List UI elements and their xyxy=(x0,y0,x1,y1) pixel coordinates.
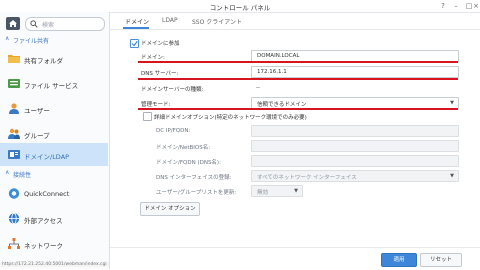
highlight-underline xyxy=(138,61,458,63)
update-list-select[interactable]: 無効 ▼ xyxy=(251,185,303,197)
tab-sso-client[interactable]: SSO クライアント xyxy=(192,17,242,26)
tab-domain[interactable]: ドメイン xyxy=(125,17,149,26)
dc-ip-label: DC IP/FQDN: xyxy=(156,128,191,134)
section-label: ファイル共有 xyxy=(13,38,50,45)
sidebar-item-label: QuickConnect xyxy=(24,190,70,198)
dns-server-value: 172.16.1.1 xyxy=(257,69,287,75)
sidebar-top: 検索 xyxy=(0,12,109,34)
sidebar: 検索 ∧ ファイル共有 共有フォルダ ファイル サービス ユーザー グループ ド… xyxy=(0,12,110,269)
home-icon xyxy=(9,20,17,27)
checkmark-icon xyxy=(131,40,138,47)
status-url: https://172.21.252.40:5001/webman/index.… xyxy=(0,262,109,267)
sidebar-item-label: 外部アクセス xyxy=(24,217,63,225)
domain-value: DOMAIN.LOCAL xyxy=(257,53,300,59)
sidebar-item-network[interactable]: ネットワーク xyxy=(0,232,108,256)
active-tab-indicator xyxy=(123,27,149,29)
search-icon xyxy=(30,20,38,28)
quickconnect-icon xyxy=(8,188,20,199)
close-icon[interactable]: × xyxy=(471,1,480,11)
dns-interface-select[interactable]: すべてのネットワーク インターフェイス ▼ xyxy=(251,170,459,182)
dns-server-field[interactable]: 172.16.1.1 xyxy=(251,66,459,78)
window-title: コントロール パネル xyxy=(209,4,271,12)
fqdn-label: ドメイン/FQDN (DNS名): xyxy=(156,160,221,166)
network-icon xyxy=(8,238,20,249)
sidebar-item-label: グループ xyxy=(24,132,50,140)
footer-bar: 適用 リセット xyxy=(110,247,480,270)
dc-ip-field[interactable] xyxy=(251,125,459,137)
highlight-underline xyxy=(138,108,458,110)
dropdown-arrow-icon: ▼ xyxy=(294,188,298,194)
management-mode-value: 信頼できるドメイン xyxy=(257,102,307,108)
sidebar-item-label: ネットワーク xyxy=(24,242,63,250)
sidebar-item-external-access[interactable]: 外部アクセス xyxy=(0,207,108,231)
netbios-label: ドメイン/NetBIOS名: xyxy=(156,145,211,151)
search-input[interactable]: 検索 xyxy=(25,17,105,31)
domain-settings-form: ドメインに参加 ドメイン: DOMAIN.LOCAL DNS サーバー: 172… xyxy=(110,30,480,269)
netbios-field[interactable] xyxy=(251,140,459,152)
folder-icon xyxy=(8,55,20,63)
search-placeholder: 検索 xyxy=(42,22,55,29)
section-connectivity[interactable]: ∧ 接続性 xyxy=(0,168,109,180)
dropdown-arrow-icon: ▼ xyxy=(450,173,454,179)
tab-ldap[interactable]: LDAP xyxy=(162,17,178,24)
update-list-value: 無効 xyxy=(257,190,269,196)
sidebar-item-user[interactable]: ユーザー xyxy=(0,97,108,121)
section-label: 接続性 xyxy=(13,172,32,179)
domain-options-button[interactable]: ドメイン オプション xyxy=(140,202,200,216)
help-icon[interactable]: ? xyxy=(438,1,448,11)
domain-label: ドメイン: xyxy=(141,55,165,61)
reset-button[interactable]: リセット xyxy=(420,253,462,267)
join-domain-checkbox[interactable] xyxy=(130,39,139,48)
dropdown-arrow-icon: ▼ xyxy=(450,100,454,106)
join-domain-label: ドメインに参加 xyxy=(141,41,180,47)
home-button[interactable] xyxy=(6,17,20,30)
chevron-up-icon: ∧ xyxy=(5,169,10,176)
sidebar-item-quickconnect[interactable]: QuickConnect xyxy=(0,182,108,206)
advanced-options-checkbox[interactable] xyxy=(143,112,152,121)
server-type-label: ドメインサーバーの種類: xyxy=(141,87,204,93)
management-mode-label: 管理モード: xyxy=(141,102,171,108)
sidebar-item-label: ファイル サービス xyxy=(24,82,79,90)
sidebar-item-label: 共有フォルダ xyxy=(24,57,63,65)
user-icon xyxy=(9,103,19,114)
sidebar-item-label: ドメイン/LDAP xyxy=(24,153,70,161)
sidebar-item-label: ユーザー xyxy=(24,107,50,115)
sidebar-item-file-services[interactable]: ファイル サービス xyxy=(0,72,108,96)
dns-interface-value: すべてのネットワーク インターフェイス xyxy=(257,175,357,181)
apply-button[interactable]: 適用 xyxy=(381,253,417,267)
group-icon xyxy=(8,128,20,139)
section-file-sharing[interactable]: ∧ ファイル共有 xyxy=(0,34,109,46)
fqdn-field[interactable] xyxy=(251,155,459,167)
dns-interface-label: DNS インターフェイスの登録: xyxy=(156,175,232,181)
domain-ldap-icon xyxy=(8,150,20,159)
minimize-icon[interactable]: – xyxy=(451,1,461,11)
chevron-up-icon: ∧ xyxy=(5,35,10,42)
sidebar-item-domain-ldap[interactable]: ドメイン/LDAP xyxy=(0,143,108,166)
update-list-label: ユーザー/グループリストを更新: xyxy=(156,190,237,196)
advanced-options-label: 詳細ドメインオプション(特定のネットワーク環境でのみ必要) xyxy=(154,115,307,121)
server-type-value: -- xyxy=(256,85,260,91)
highlight-underline xyxy=(138,78,458,80)
sidebar-item-shared-folder[interactable]: 共有フォルダ xyxy=(0,47,108,71)
globe-icon xyxy=(8,213,20,224)
file-services-icon xyxy=(8,79,20,88)
dns-server-label: DNS サーバー: xyxy=(141,71,179,77)
tab-bar: ドメイン LDAP SSO クライアント xyxy=(110,13,480,30)
